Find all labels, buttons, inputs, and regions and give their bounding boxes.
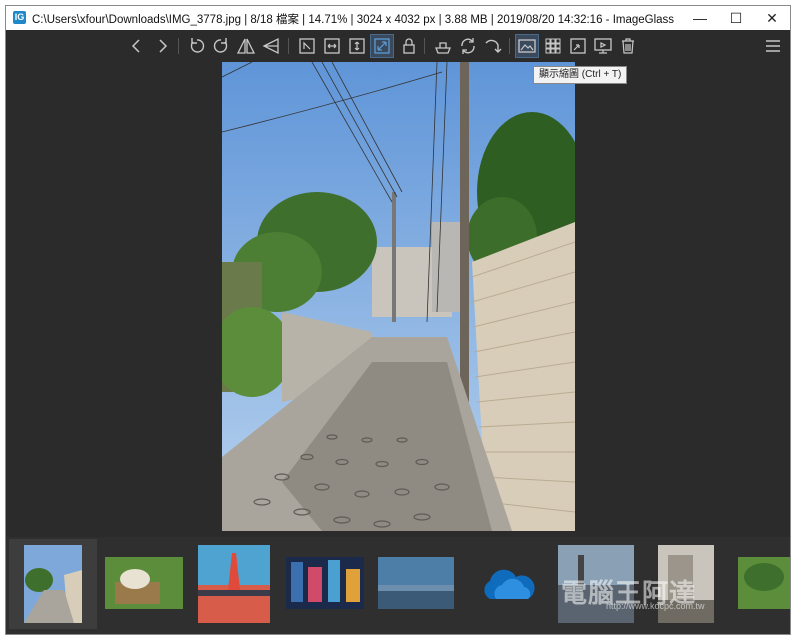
thumbnail-1[interactable] [24, 545, 82, 623]
toolbar-separator [288, 38, 289, 54]
thumbnail-3[interactable] [198, 545, 270, 623]
fit-height-icon[interactable] [346, 35, 368, 57]
fullscreen-icon[interactable] [567, 35, 589, 57]
maximize-button[interactable]: ☐ [718, 6, 754, 30]
thumbnail-4[interactable] [286, 557, 364, 609]
title-bar[interactable]: IG C:\Users\xfour\Downloads\IMG_3778.jpg… [6, 6, 790, 30]
image-viewer[interactable] [6, 62, 790, 537]
toolbar-separator [178, 38, 179, 54]
delete-icon[interactable] [617, 35, 639, 57]
gallery-icon[interactable] [542, 35, 564, 57]
previous-icon[interactable] [126, 35, 148, 57]
flip-horizontal-icon[interactable] [235, 35, 257, 57]
rotate-right-icon[interactable] [210, 35, 232, 57]
toolbar [6, 30, 790, 62]
thumbnail-bar: 電腦王阿達 http://www.kocpc.com.tw [6, 537, 790, 634]
main-photo [222, 62, 575, 531]
thumbnail-icon[interactable] [515, 34, 539, 58]
app-icon: IG [13, 11, 26, 24]
menu-icon[interactable] [762, 35, 784, 57]
next-icon[interactable] [151, 35, 173, 57]
imageglass-window: IG C:\Users\xfour\Downloads\IMG_3778.jpg… [5, 5, 791, 635]
scale-to-fit-icon[interactable] [370, 34, 394, 58]
thumbnail-tooltip: 顯示縮圖 (Ctrl + T) [533, 66, 628, 84]
flip-vertical-icon[interactable] [260, 35, 282, 57]
toolbar-separator [424, 38, 425, 54]
close-button[interactable]: ✕ [754, 6, 790, 30]
rotate-left-icon[interactable] [186, 35, 208, 57]
window-title: C:\Users\xfour\Downloads\IMG_3778.jpg | … [32, 14, 675, 26]
watermark-url: http://www.kocpc.com.tw [606, 601, 705, 611]
slideshow-screen-icon[interactable] [592, 35, 614, 57]
thumbnail-5[interactable] [378, 557, 454, 609]
checkerboard-icon[interactable] [432, 35, 454, 57]
thumbnail-9[interactable] [738, 557, 790, 609]
toolbar-separator [509, 38, 510, 54]
fit-width-icon[interactable] [321, 35, 343, 57]
thumbnail-2[interactable] [105, 557, 183, 609]
onedrive-thumb[interactable] [476, 567, 536, 603]
goto-icon[interactable] [482, 35, 504, 57]
refresh-icon[interactable] [457, 35, 479, 57]
lock-zoom-icon[interactable] [398, 35, 420, 57]
minimize-button[interactable]: — [682, 6, 718, 30]
auto-zoom-icon[interactable] [296, 35, 318, 57]
